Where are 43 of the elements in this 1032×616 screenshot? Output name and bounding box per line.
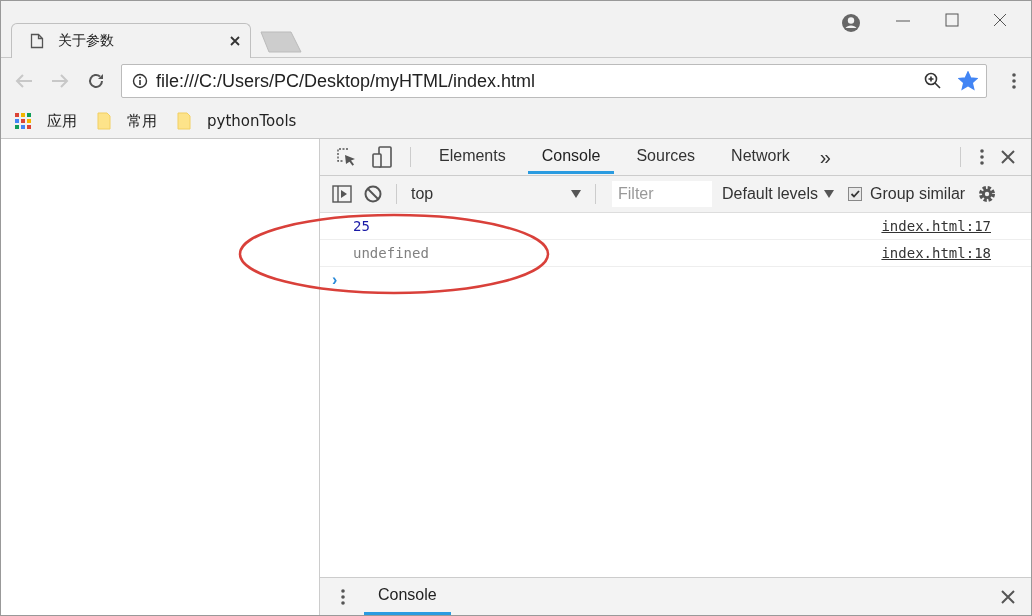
close-icon[interactable] — [993, 13, 1007, 27]
panel-tab[interactable]: Sources — [622, 140, 710, 174]
close-icon[interactable] — [1001, 589, 1015, 604]
apps-grid-icon — [15, 113, 31, 129]
reload-icon[interactable] — [87, 72, 105, 90]
dropdown-arrow-icon — [571, 190, 581, 198]
source-link[interactable]: index.html:17 — [881, 218, 991, 234]
star-icon[interactable] — [958, 71, 978, 91]
menu-icon[interactable] — [979, 148, 985, 166]
profile-icon[interactable] — [841, 13, 861, 33]
close-icon[interactable] — [230, 36, 240, 46]
clear-icon[interactable] — [364, 185, 382, 203]
checkbox-label: Group similar — [870, 185, 966, 203]
dropdown-arrow-icon — [824, 190, 835, 198]
menu-icon[interactable] — [340, 587, 346, 606]
panel-tab[interactable]: Elements — [425, 140, 520, 174]
drawer-tab[interactable]: Console — [364, 578, 451, 615]
context-dropdown[interactable]: top — [407, 185, 585, 203]
close-icon[interactable] — [1001, 150, 1015, 164]
bookmark-item[interactable]: pythonTools — [177, 112, 297, 130]
levels-dropdown[interactable]: Default levels — [722, 185, 835, 203]
checkbox[interactable] — [848, 187, 863, 201]
log-value: 25 — [353, 218, 370, 234]
address-bar[interactable]: file:///C:/Users/PC/Desktop/myHTML/index.html — [121, 64, 987, 98]
log-value: undefined — [353, 245, 429, 261]
zoom-in-icon[interactable] — [924, 72, 942, 90]
filter-field[interactable]: Filter — [612, 181, 712, 207]
sidebar-toggle-icon[interactable] — [332, 185, 352, 203]
device-icon[interactable] — [372, 146, 392, 168]
source-link[interactable]: index.html:18 — [881, 245, 991, 261]
info-icon — [132, 73, 148, 89]
panel-tab[interactable]: Network — [717, 140, 804, 174]
page-icon — [30, 33, 44, 49]
bookmark-item[interactable]: 应用 — [15, 111, 77, 131]
menu-icon[interactable] — [1011, 72, 1017, 90]
prompt-caret: › — [332, 271, 338, 288]
more-tabs-button[interactable]: » — [811, 145, 839, 169]
settings-icon[interactable] — [977, 184, 998, 204]
inspect-icon[interactable] — [336, 147, 356, 167]
bookmark-item[interactable]: 常用 — [97, 111, 157, 131]
folder-icon — [177, 112, 191, 130]
folder-icon — [97, 112, 111, 130]
browser-tab[interactable]: 关于参数 — [11, 23, 251, 58]
